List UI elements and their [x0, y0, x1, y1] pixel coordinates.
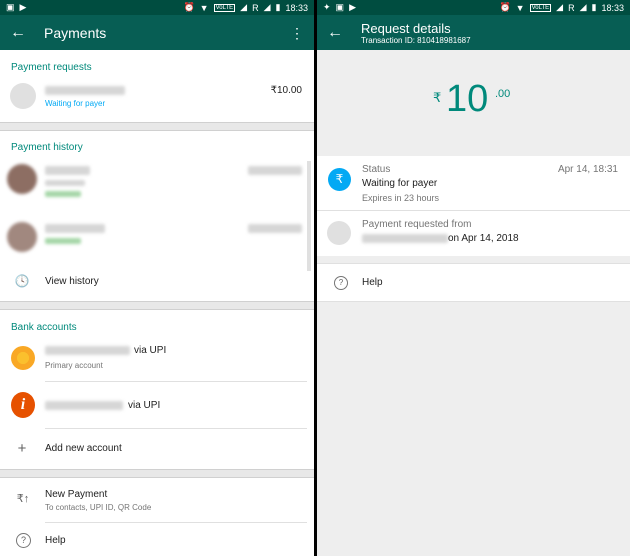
currency-symbol: ₹ [433, 90, 442, 105]
avatar [7, 164, 37, 194]
history-item[interactable] [0, 214, 314, 272]
network-label: R [252, 2, 259, 13]
help-link[interactable]: ? Help [317, 263, 630, 302]
clock: 18:33 [601, 2, 624, 13]
page-title: Payments [44, 24, 107, 41]
avatar [7, 222, 37, 252]
status-bar: ▣ ▶ ⏰ ▼ VoLTE ◢ R ◢ ▮ 18:33 [0, 0, 314, 15]
battery-icon: ▮ [275, 2, 281, 12]
contact-name-blurred [45, 224, 105, 233]
help-icon: ? [16, 533, 31, 548]
new-payment-button[interactable]: ₹↑ New Payment To contacts, UPI ID, QR C… [0, 480, 314, 523]
play-icon: ▶ [19, 2, 27, 12]
contact-name-blurred [45, 166, 90, 175]
view-history-link[interactable]: 🕓 View history [0, 266, 314, 298]
clock: 18:33 [285, 2, 308, 13]
volte-badge: VoLTE [529, 3, 552, 12]
help-label: Help [45, 535, 66, 546]
account-via-label: via UPI [134, 345, 167, 356]
status-card: ₹ Status Apr 14, 18:31 Waiting for payer… [317, 156, 630, 256]
request-details-screen: ✦ ▣ ▶ ⏰ ▼ VoLTE ◢ R ◢ ▮ 18:33 ← Request … [317, 0, 630, 556]
avatar [327, 221, 351, 245]
row-divider [45, 381, 307, 382]
status-date: Apr 14, 18:31 [557, 164, 618, 175]
bank-logo-icon [11, 346, 35, 370]
history-icon: 🕓 [14, 274, 30, 288]
signal-icon: ◢ [240, 2, 248, 12]
amount-blurred [248, 166, 302, 175]
row-divider [45, 428, 307, 429]
twitter-icon: ✦ [323, 2, 331, 12]
status-bar: ✦ ▣ ▶ ⏰ ▼ VoLTE ◢ R ◢ ▮ 18:33 [317, 0, 630, 15]
amount-decimal: .00 [495, 88, 511, 100]
app-bar: ← Request details Transaction ID: 810418… [317, 15, 630, 50]
amount-whole: 10 [446, 78, 489, 120]
account-name-blurred [45, 346, 130, 355]
primary-account-label: Primary account [45, 361, 103, 370]
bank-account-item[interactable]: via UPI Primary account [0, 340, 314, 382]
payment-history-header: Payment history [11, 142, 83, 153]
status-value: Waiting for payer [362, 178, 438, 189]
battery-icon: ▮ [591, 2, 597, 12]
section-divider [0, 301, 314, 310]
scrollbar[interactable] [307, 161, 311, 271]
wifi-icon: ▼ [199, 2, 209, 13]
rupee-transfer-icon: ₹↑ [16, 493, 30, 505]
rupee-status-icon: ₹ [328, 168, 351, 191]
status-blurred [45, 191, 81, 197]
contact-name-blurred [45, 86, 125, 95]
account-via-label: via UPI [128, 400, 161, 411]
network-label: R [568, 2, 575, 13]
amount-blurred [248, 224, 302, 233]
overflow-menu-icon[interactable]: ⋮ [290, 25, 304, 42]
alarm-icon: ⏰ [499, 2, 511, 12]
help-icon: ? [334, 276, 348, 290]
plus-icon: + [17, 440, 27, 457]
payments-screen: ▣ ▶ ⏰ ▼ VoLTE ◢ R ◢ ▮ 18:33 ← Payments ⋮… [0, 0, 314, 556]
back-arrow-icon[interactable]: ← [317, 24, 353, 42]
signal-icon-2: ◢ [263, 2, 271, 12]
section-divider [0, 469, 314, 478]
alarm-icon: ⏰ [183, 2, 195, 12]
app-bar: ← Payments ⋮ [0, 15, 314, 50]
history-item[interactable] [0, 156, 314, 214]
back-arrow-icon[interactable]: ← [0, 24, 36, 42]
section-divider [0, 122, 314, 131]
new-payment-sub: To contacts, UPI ID, QR Code [45, 503, 152, 512]
play-icon: ▶ [349, 2, 356, 12]
add-new-account-label: Add new account [45, 443, 122, 454]
wifi-icon: ▼ [515, 2, 525, 13]
avatar [10, 83, 36, 109]
row-divider [317, 210, 630, 211]
signal-icon: ◢ [556, 2, 564, 12]
transaction-id: Transaction ID: 810418981687 [361, 35, 471, 45]
add-new-account-button[interactable]: + Add new account [0, 432, 314, 466]
requested-from-label: Payment requested from [362, 219, 472, 230]
signal-icon-2: ◢ [579, 2, 587, 12]
row-divider [45, 522, 307, 523]
requested-date: on Apr 14, 2018 [448, 233, 519, 244]
volte-badge: VoLTE [213, 3, 236, 12]
help-label: Help [362, 277, 383, 288]
view-history-label: View history [45, 276, 99, 287]
request-amount: ₹10.00 [270, 85, 302, 96]
help-link[interactable]: ? Help [0, 525, 314, 556]
amount-display: ₹ 10 .00 [317, 50, 630, 156]
detail-blurred [45, 180, 85, 186]
payment-requests-header: Payment requests [11, 62, 92, 73]
bank-accounts-header: Bank accounts [11, 322, 77, 333]
account-name-blurred [45, 401, 123, 410]
bank-logo-icon: i [11, 392, 35, 418]
image-icon: ▣ [6, 2, 15, 12]
new-payment-title: New Payment [45, 489, 108, 500]
request-status: Waiting for payer [45, 99, 106, 108]
status-label: Status [362, 164, 391, 175]
status-expires: Expires in 23 hours [362, 193, 440, 203]
contact-name-blurred [362, 234, 448, 243]
bank-account-item[interactable]: i via UPI [0, 385, 314, 429]
image-icon: ▣ [335, 2, 345, 12]
page-title: Request details [361, 20, 451, 36]
status-blurred [45, 238, 81, 244]
